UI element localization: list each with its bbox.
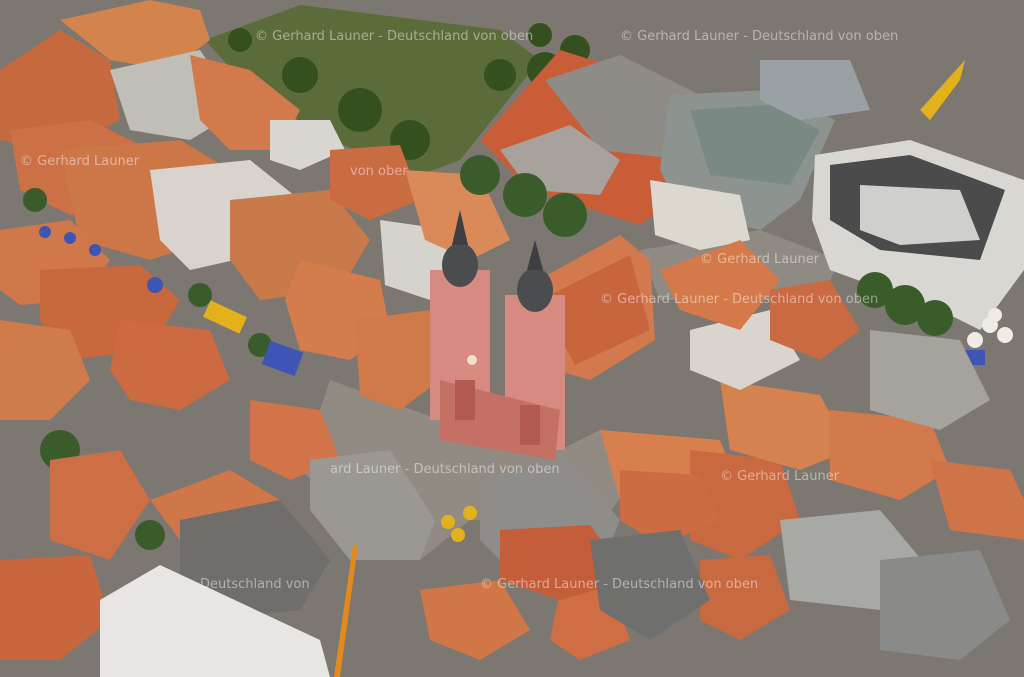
aerial-photo: © Gerhard Launer - Deutschland von oben … — [0, 0, 1024, 677]
watermark-8: © Gerhard Launer — [720, 469, 840, 484]
watermark-10: © Gerhard Launer - Deutschland von oben — [480, 577, 758, 592]
watermark-3: © Gerhard Launer — [20, 154, 140, 169]
watermark-9: Deutschland von — [200, 577, 310, 592]
watermark-7: ard Launer - Deutschland von oben — [330, 462, 560, 477]
watermark-4: von ober — [350, 164, 408, 179]
watermark-6: © Gerhard Launer - Deutschland von oben — [600, 292, 878, 307]
watermark-1: © Gerhard Launer - Deutschland von oben — [255, 29, 533, 44]
watermark-2: © Gerhard Launer - Deutschland von oben — [620, 29, 898, 44]
watermark-5: © Gerhard Launer — [700, 252, 820, 267]
